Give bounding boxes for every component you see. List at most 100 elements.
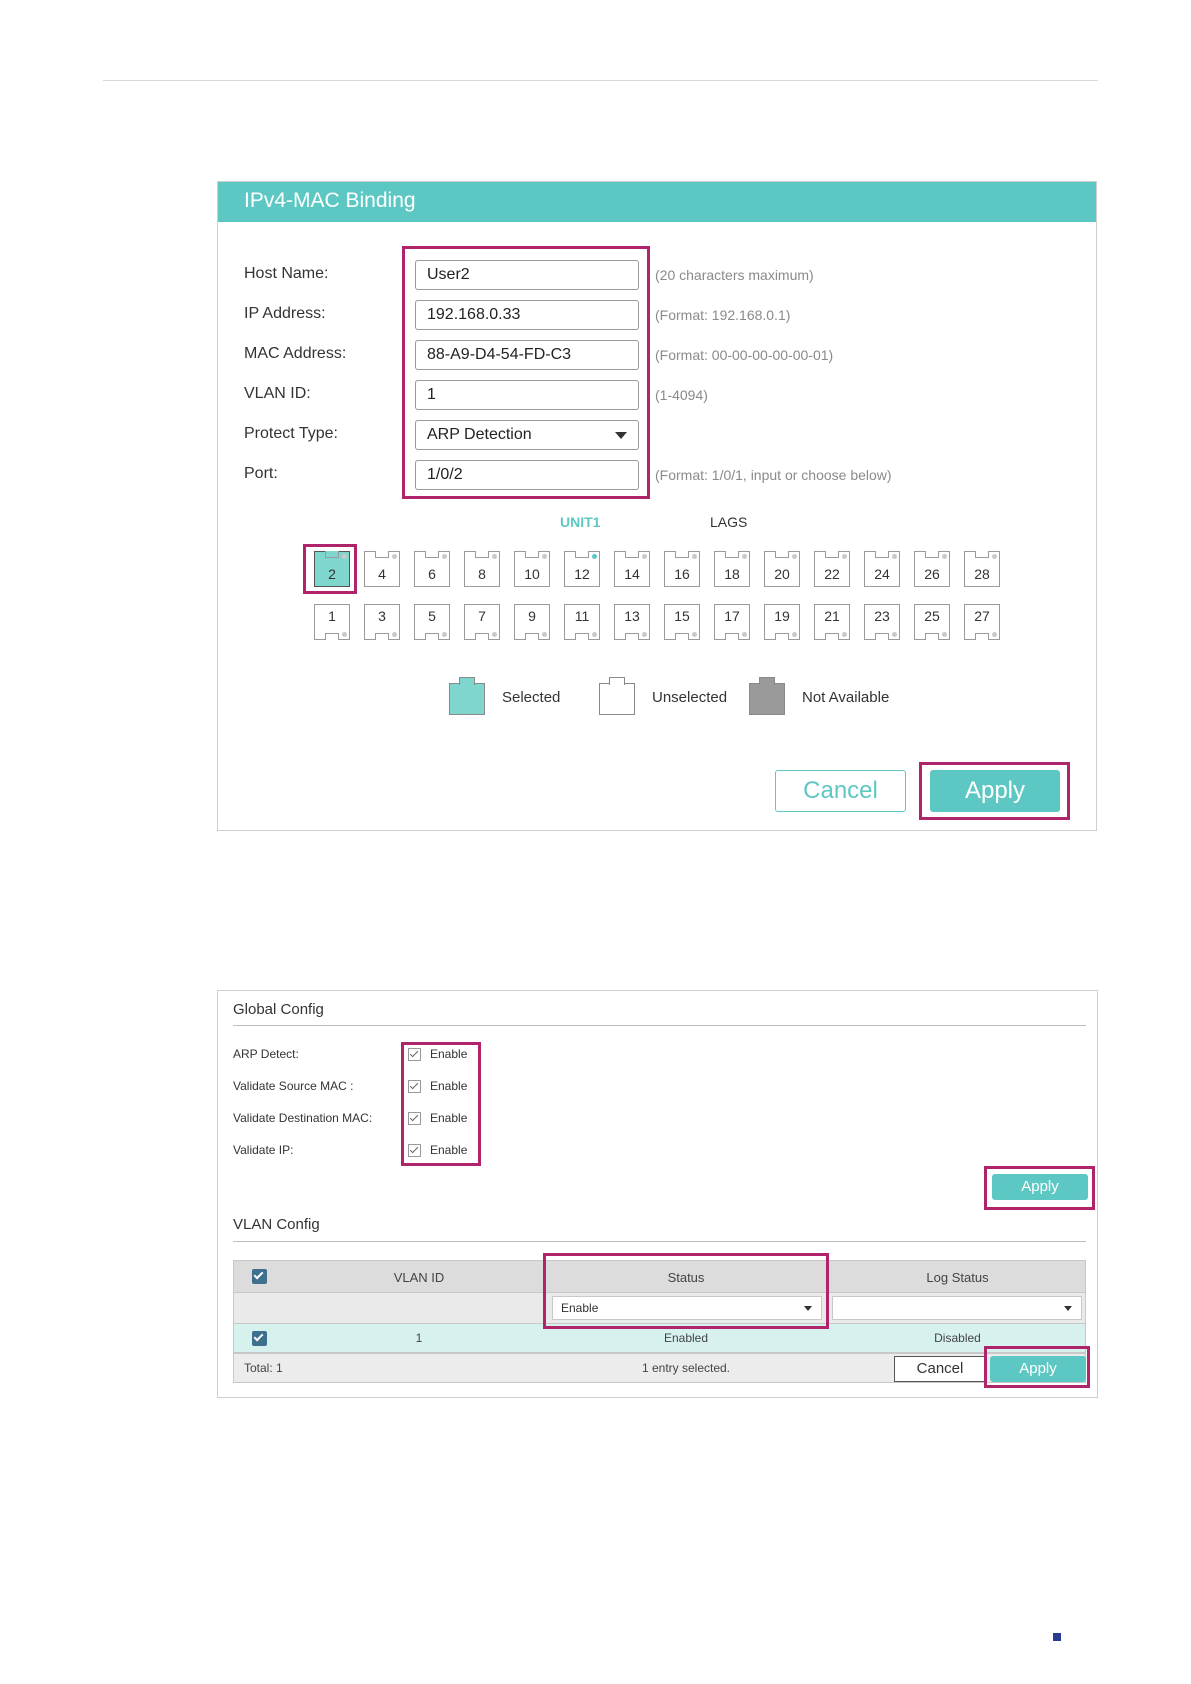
port-21[interactable]: 21 (814, 604, 850, 640)
page-marker (1053, 1633, 1061, 1641)
vlan-id-label: VLAN ID: (244, 385, 311, 402)
port-14[interactable]: 14 (614, 551, 650, 587)
port-20[interactable]: 20 (764, 551, 800, 587)
table-apply-highlight-box (984, 1346, 1090, 1388)
vlan-id-row: VLAN ID: 1 (1-4094) (218, 380, 1096, 410)
port-5[interactable]: 5 (414, 604, 450, 640)
port-17[interactable]: 17 (714, 604, 750, 640)
port-13[interactable]: 13 (614, 604, 650, 640)
port-number-label: 22 (824, 566, 840, 582)
port-number-label: 16 (674, 566, 690, 582)
validate-ip-label: Validate IP: (233, 1143, 294, 1157)
port-11[interactable]: 11 (564, 604, 600, 640)
port-connector-icon (775, 551, 789, 558)
port-status-dot (342, 632, 347, 637)
port-connector-icon (375, 633, 389, 640)
port-7[interactable]: 7 (464, 604, 500, 640)
port-connector-icon (325, 633, 339, 640)
select-all-checkbox[interactable] (252, 1269, 267, 1284)
port-connector-icon (425, 633, 439, 640)
ip-address-row: IP Address: 192.168.0.33 (Format: 192.16… (218, 300, 1096, 330)
port-status-dot (992, 554, 997, 559)
port-connector-icon (575, 551, 589, 558)
port-number-label: 20 (774, 566, 790, 582)
port-25[interactable]: 25 (914, 604, 950, 640)
log-status-column-header[interactable]: Log Status (828, 1270, 1087, 1285)
port-number-label: 5 (428, 608, 436, 624)
port-number-label: 12 (574, 566, 590, 582)
port-10[interactable]: 10 (514, 551, 550, 587)
port-connector-icon (875, 551, 889, 558)
status-cell: Enabled (663, 1331, 709, 1345)
port-number-label: 19 (774, 608, 790, 624)
mac-address-hint: (Format: 00-00-00-00-00-01) (655, 347, 834, 363)
port-3[interactable]: 3 (364, 604, 400, 640)
port-26[interactable]: 26 (914, 551, 950, 587)
port-status-dot (892, 554, 897, 559)
row-checkbox[interactable] (252, 1331, 267, 1346)
port-number-label: 28 (974, 566, 990, 582)
port-status-dot (542, 554, 547, 559)
page-top-rule (103, 80, 1098, 81)
legend-unselected-label: Unselected (652, 689, 728, 706)
port-15[interactable]: 15 (664, 604, 700, 640)
port-16[interactable]: 16 (664, 551, 700, 587)
port-status-dot (842, 632, 847, 637)
port-connector-icon (925, 551, 939, 558)
port-18[interactable]: 18 (714, 551, 750, 587)
port-connector-icon (875, 633, 889, 640)
port-number-label: 14 (624, 566, 640, 582)
port-status-dot (692, 632, 697, 637)
port-27[interactable]: 27 (964, 604, 1000, 640)
port-2-highlight-box (303, 544, 357, 594)
port-label: Port: (244, 465, 278, 482)
port-number-label: 4 (378, 566, 386, 582)
port-8[interactable]: 8 (464, 551, 500, 587)
port-23[interactable]: 23 (864, 604, 900, 640)
table-cancel-button[interactable]: Cancel (894, 1356, 986, 1382)
port-28[interactable]: 28 (964, 551, 1000, 587)
chevron-down-icon (1064, 1306, 1072, 1311)
port-number-label: 18 (724, 566, 740, 582)
port-number-label: 9 (528, 608, 536, 624)
arp-detect-label: ARP Detect: (233, 1047, 299, 1061)
port-22[interactable]: 22 (814, 551, 850, 587)
port-number-label: 3 (378, 608, 386, 624)
port-connector-icon (975, 551, 989, 558)
port-status-dot (442, 632, 447, 637)
port-connector-icon (675, 551, 689, 558)
port-9[interactable]: 9 (514, 604, 550, 640)
port-number-label: 7 (478, 608, 486, 624)
fields-highlight-box (402, 246, 650, 499)
port-connector-icon (425, 551, 439, 558)
port-status-dot (492, 554, 497, 559)
port-connector-icon (825, 633, 839, 640)
port-1[interactable]: 1 (314, 604, 350, 640)
port-number-label: 26 (924, 566, 940, 582)
port-4[interactable]: 4 (364, 551, 400, 587)
tab-unit1[interactable]: UNIT1 (560, 514, 600, 530)
port-status-dot (392, 632, 397, 637)
vlan-id-column-header[interactable]: VLAN ID (294, 1270, 544, 1285)
port-6[interactable]: 6 (414, 551, 450, 587)
log-status-filter-select[interactable] (832, 1296, 1082, 1320)
port-19[interactable]: 19 (764, 604, 800, 640)
port-connector-icon (475, 633, 489, 640)
panel-title: IPv4-MAC Binding (244, 189, 416, 212)
port-status-dot (792, 554, 797, 559)
panel-header: IPv4-MAC Binding (218, 182, 1096, 222)
port-status-dot (942, 632, 947, 637)
host-name-row: Host Name: User2 (20 characters maximum) (218, 260, 1096, 290)
cancel-button[interactable]: Cancel (775, 770, 906, 812)
port-connector-icon (975, 633, 989, 640)
port-connector-icon (375, 551, 389, 558)
port-connector-icon (475, 551, 489, 558)
port-connector-icon (725, 633, 739, 640)
tab-lags[interactable]: LAGS (710, 514, 747, 530)
port-12[interactable]: 12 (564, 551, 600, 587)
port-status-dot (442, 554, 447, 559)
mac-address-row: MAC Address: 88-A9-D4-54-FD-C3 (Format: … (218, 340, 1096, 370)
port-24[interactable]: 24 (864, 551, 900, 587)
port-status-dot (692, 554, 697, 559)
mac-address-label: MAC Address: (244, 345, 347, 362)
